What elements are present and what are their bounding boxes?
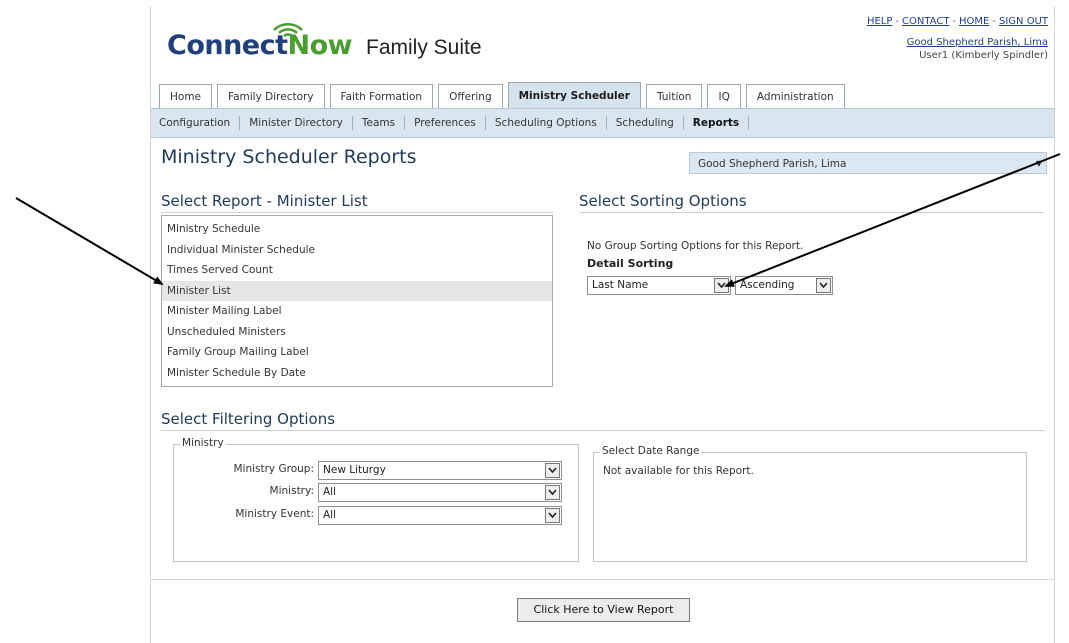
section-divider xyxy=(151,579,1054,580)
report-item-minister-schedule-by-date[interactable]: Minister Schedule By Date xyxy=(162,363,552,384)
tab-tuition[interactable]: Tuition xyxy=(645,84,703,109)
tab-family-directory[interactable]: Family Directory xyxy=(217,84,325,109)
section-divider xyxy=(161,430,1045,431)
select-report-title: Select Report - Minister List xyxy=(161,192,368,210)
sort-order-select[interactable]: Ascending xyxy=(735,276,833,295)
parish-select[interactable]: Good Shepherd Parish, Lima ▼ xyxy=(689,152,1047,174)
subnav-teams[interactable]: Teams xyxy=(353,116,406,130)
tab-faith-formation[interactable]: Faith Formation xyxy=(329,84,434,109)
chevron-down-icon xyxy=(816,278,831,293)
subnav-configuration[interactable]: Configuration xyxy=(151,116,241,130)
link-separator: - xyxy=(952,16,957,27)
report-item-minister-mailing-label[interactable]: Minister Mailing Label xyxy=(162,301,552,322)
report-item-individual-minister-schedule[interactable]: Individual Minister Schedule xyxy=(162,240,552,261)
tab-offering[interactable]: Offering xyxy=(438,84,503,109)
detail-sorting-label: Detail Sorting xyxy=(587,257,674,270)
sort-order-value: Ascending xyxy=(740,279,795,291)
report-listbox[interactable]: Ministry Schedule Individual Minister Sc… xyxy=(161,215,553,387)
tab-iq[interactable]: IQ xyxy=(707,84,741,109)
suite-title: Family Suite xyxy=(366,36,482,59)
ministry-select[interactable]: All xyxy=(318,483,562,502)
report-item-ministry-schedule[interactable]: Ministry Schedule xyxy=(162,219,552,240)
report-item-times-served-count[interactable]: Times Served Count xyxy=(162,260,552,281)
subnav-reports[interactable]: Reports xyxy=(684,116,750,130)
ministry-label: Ministry: xyxy=(269,485,314,497)
sort-field-select[interactable]: Last Name xyxy=(587,276,731,295)
subnav-preferences[interactable]: Preferences xyxy=(405,116,486,130)
link-separator: - xyxy=(992,16,996,27)
link-separator: - xyxy=(895,16,899,27)
date-range-fieldset: Select Date Range Not available for this… xyxy=(593,445,1027,562)
home-link[interactable]: HOME xyxy=(959,16,989,27)
chevron-down-icon xyxy=(545,485,560,500)
arrow-pointing-minister-list xyxy=(15,197,164,286)
date-range-legend: Select Date Range xyxy=(600,445,702,457)
ministry-event-value: All xyxy=(323,509,337,521)
section-divider xyxy=(579,212,1045,213)
ministry-event-label: Ministry Event: xyxy=(235,508,314,520)
ministry-legend: Ministry xyxy=(180,437,226,449)
ministry-group-label: Ministry Group: xyxy=(233,463,314,475)
sub-navigation: Configuration Minister Directory Teams P… xyxy=(151,108,1054,138)
top-links: HELP - CONTACT - HOME - SIGN OUT xyxy=(867,16,1048,27)
help-link[interactable]: HELP xyxy=(867,16,892,27)
select-filtering-title: Select Filtering Options xyxy=(161,410,336,428)
logo-text-connect: Connect xyxy=(167,30,288,61)
sign-out-link[interactable]: SIGN OUT xyxy=(999,16,1048,27)
ministry-value: All xyxy=(323,486,337,498)
sort-field-value: Last Name xyxy=(592,279,649,291)
parish-link[interactable]: Good Shepherd Parish, Lima xyxy=(907,37,1048,48)
app-page: ConnectNow Family Suite HELP - CONTACT - HOM… xyxy=(150,6,1055,643)
tab-administration[interactable]: Administration xyxy=(745,84,845,109)
section-divider xyxy=(161,212,553,213)
subnav-scheduling[interactable]: Scheduling xyxy=(607,116,684,130)
tab-ministry-scheduler[interactable]: Ministry Scheduler xyxy=(507,82,641,109)
caret-down-icon: ▼ xyxy=(1035,159,1042,168)
report-item-family-group-mailing-label[interactable]: Family Group Mailing Label xyxy=(162,342,552,363)
ministry-fieldset: Ministry Ministry Group: New Liturgy Min… xyxy=(173,437,579,562)
report-item-minister-list[interactable]: Minister List xyxy=(162,280,552,301)
chevron-down-icon xyxy=(714,278,729,293)
group-sorting-note: No Group Sorting Options for this Report… xyxy=(587,240,804,252)
chevron-down-icon xyxy=(545,463,560,478)
ministry-group-select[interactable]: New Liturgy xyxy=(318,461,562,480)
ministry-event-select[interactable]: All xyxy=(318,506,562,525)
ministry-group-value: New Liturgy xyxy=(323,464,386,476)
parish-select-value: Good Shepherd Parish, Lima xyxy=(698,158,847,170)
contact-link[interactable]: CONTACT xyxy=(902,16,949,27)
tab-home[interactable]: Home xyxy=(159,84,213,109)
page-title: Ministry Scheduler Reports xyxy=(161,146,417,168)
subnav-scheduling-options[interactable]: Scheduling Options xyxy=(486,116,607,130)
current-user: User1 (Kimberly Spindler) xyxy=(919,50,1048,61)
select-sorting-title: Select Sorting Options xyxy=(579,192,747,210)
subnav-minister-directory[interactable]: Minister Directory xyxy=(240,116,353,130)
view-report-button[interactable]: Click Here to View Report xyxy=(517,598,690,622)
chevron-down-icon xyxy=(545,508,560,523)
report-item-unscheduled-ministers[interactable]: Unscheduled Ministers xyxy=(162,322,552,343)
wifi-icon xyxy=(273,23,303,38)
main-tabs: Home Family Directory Faith Formation Of… xyxy=(159,82,845,109)
date-range-note: Not available for this Report. xyxy=(603,465,754,477)
